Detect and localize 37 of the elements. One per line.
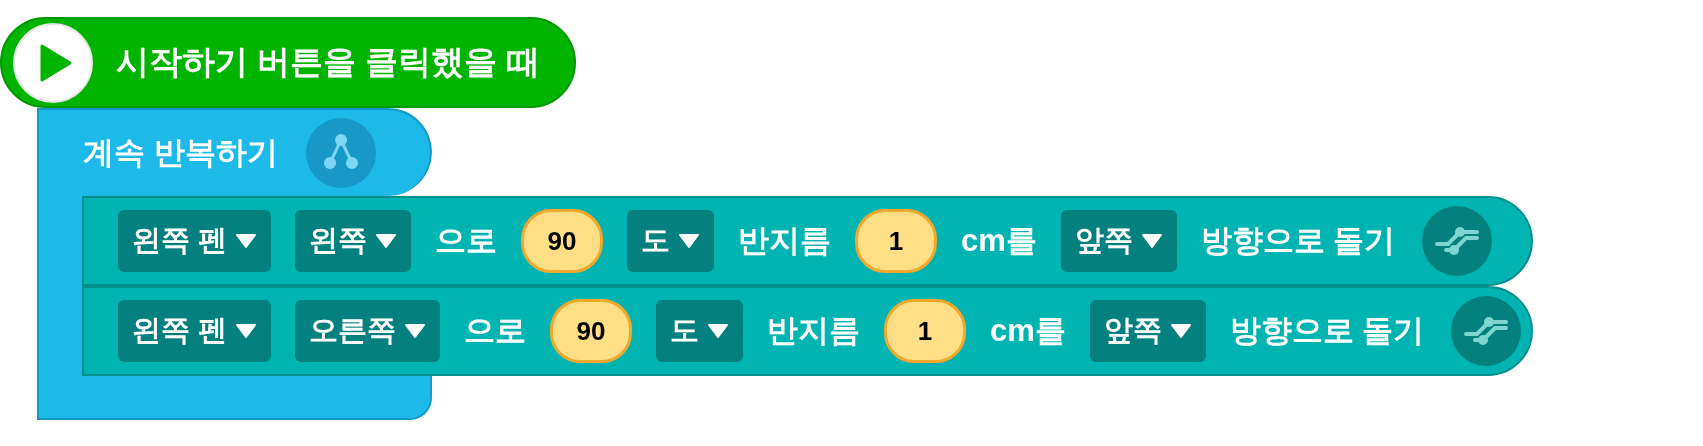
block-title: 계속 반복하기 [83,134,278,172]
dropdown[interactable]: 도 [656,300,744,362]
dropdown[interactable]: 앞쪽 [1089,300,1206,362]
block-label: 으로 [435,222,498,260]
path-icon [1448,294,1523,368]
block-label: 반지름 [767,312,861,350]
block-label: 반지름 [738,222,832,260]
block-label: 방향으로 돌기 [1200,222,1396,260]
block-label: 방향으로 돌기 [1229,312,1425,350]
block-title: 시작하기 버튼을 클릭했을 때 [116,42,540,82]
number-field[interactable]: 1 [855,209,938,273]
dropdown[interactable]: 왼쪽 펜 [118,210,272,272]
caret-icon [235,233,258,249]
dropdown[interactable]: 왼쪽 [295,210,412,272]
branch-icon [303,116,378,190]
command-block[interactable]: 왼쪽 펜 왼쪽 으로 90 도 반지름 1 cm를 앞쪽 방향으로 돌기 [82,196,1533,286]
block-label: cm를 [961,222,1037,260]
play-icon [12,21,94,104]
start-block[interactable]: 시작하기 버튼을 클릭했을 때 [0,17,576,108]
number-field[interactable]: 1 [884,299,967,363]
number-field[interactable]: 90 [521,209,604,273]
dropdown[interactable]: 도 [627,210,715,272]
dropdown[interactable]: 왼쪽 펜 [118,300,272,362]
caret-icon [1169,323,1192,339]
number-field[interactable]: 90 [550,299,633,363]
block-label: 으로 [464,312,527,350]
dropdown[interactable]: 앞쪽 [1060,210,1177,272]
caret-icon [404,323,427,339]
caret-icon [707,323,730,339]
caret-icon [235,323,258,339]
command-block[interactable]: 왼쪽 펜 오른쪽 으로 90 도 반지름 1 cm를 앞쪽 방향으로 돌기 [82,286,1533,376]
caret-icon [1140,233,1163,249]
caret-icon [375,233,398,249]
caret-icon [678,233,701,249]
block-label: cm를 [990,312,1066,350]
dropdown[interactable]: 오른쪽 [295,300,441,362]
path-icon [1419,204,1494,278]
